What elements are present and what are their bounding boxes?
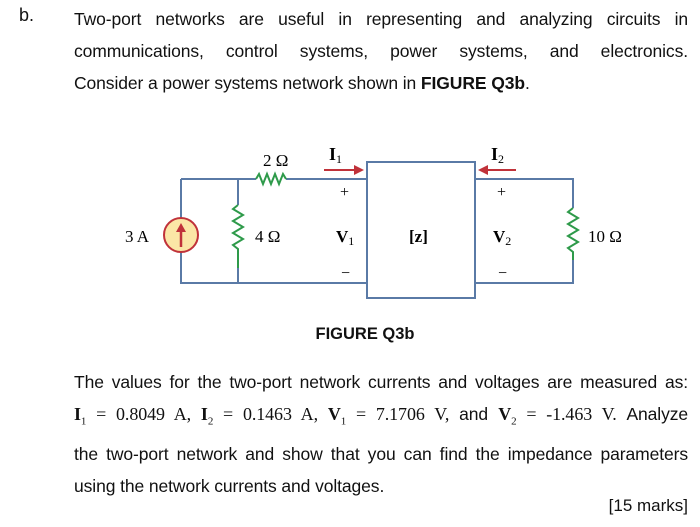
v2-value: = -1.463 V.	[516, 404, 627, 424]
v1-label: V1	[336, 227, 354, 248]
i2-subscript: 2	[498, 152, 504, 166]
question-line-3: the two-port network and show that you c…	[74, 443, 688, 464]
v2-symbol: V	[493, 227, 506, 246]
i2-symbol: I	[491, 144, 498, 164]
i1-label: I1	[329, 144, 342, 166]
i1-symbol-text: I	[74, 404, 81, 424]
i2-value: = 0.1463 A,	[213, 404, 328, 424]
load-resistor-label: 10 Ω	[588, 227, 622, 246]
v2-label: V2	[493, 227, 511, 248]
source-label: 3 A	[125, 227, 150, 246]
v2-plus: +	[497, 184, 506, 201]
question-line-4: using the network currents and voltages.	[74, 475, 385, 496]
i2-arrowhead-icon	[478, 165, 488, 175]
analyze-text: Analyze	[626, 404, 688, 424]
marks-label: [15 marks]	[608, 496, 688, 515]
v1-minus: −	[341, 265, 350, 282]
i1-value: = 0.8049 A,	[86, 404, 201, 424]
resistor-2-ohm	[255, 171, 287, 187]
v1-subscript: 1	[348, 234, 354, 248]
and-text: and	[459, 404, 499, 424]
v1-plus: +	[340, 184, 349, 201]
series-resistor-label: 2 Ω	[263, 151, 288, 170]
measurements-line: I1 = 0.8049 A, I2 = 0.1463 A, V1 = 7.170…	[74, 398, 688, 438]
question-paragraph: The values for the two-port network curr…	[74, 366, 688, 502]
v2-symbol-text: V	[498, 404, 512, 424]
v2-minus: −	[498, 265, 507, 282]
circuit-diagram: 3 A 2 Ω 4 Ω 10 Ω [z] I1 I2 + V1 − + V2 −	[125, 144, 622, 299]
i1-arrowhead-icon	[354, 165, 364, 175]
i1-symbol: I	[329, 144, 336, 164]
resistor-4-ohm	[231, 204, 245, 268]
v2-subscript: 2	[505, 234, 511, 248]
figure-caption: FIGURE Q3b	[315, 325, 415, 343]
v1-symbol: V	[336, 227, 349, 246]
network-label: [z]	[409, 227, 428, 246]
wire-right-loop	[475, 178, 574, 284]
i1-subscript: 1	[336, 152, 342, 166]
shunt-resistor-label: 4 Ω	[255, 227, 280, 246]
question-line-1: The values for the two-port network curr…	[74, 372, 688, 392]
resistor-10-ohm	[566, 207, 580, 260]
v1-symbol-text: V	[327, 404, 341, 424]
i2-symbol-text: I	[200, 404, 208, 424]
i2-label: I2	[491, 144, 504, 166]
v1-value: = 7.1706 V,	[346, 404, 460, 424]
